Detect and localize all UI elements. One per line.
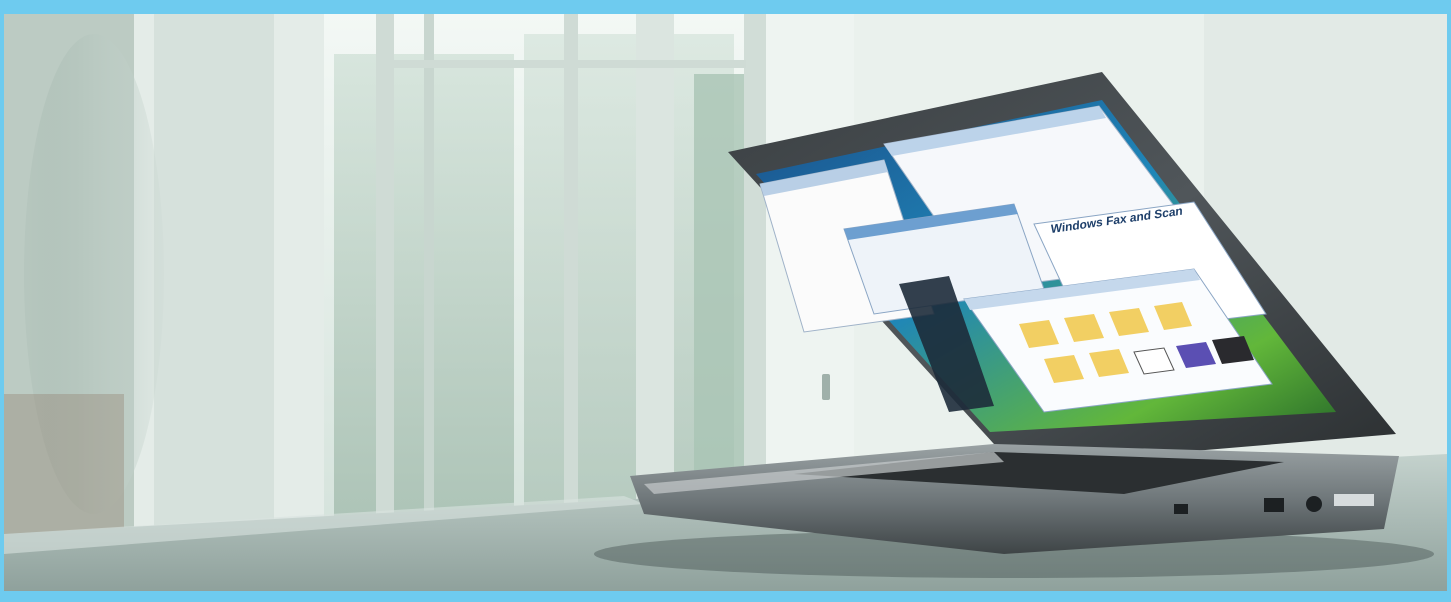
photo-frame: Windows Fax and Scan [0, 0, 1451, 602]
office-scene [4, 14, 1447, 591]
laptop-photo: Windows Fax and Scan [4, 14, 1447, 591]
